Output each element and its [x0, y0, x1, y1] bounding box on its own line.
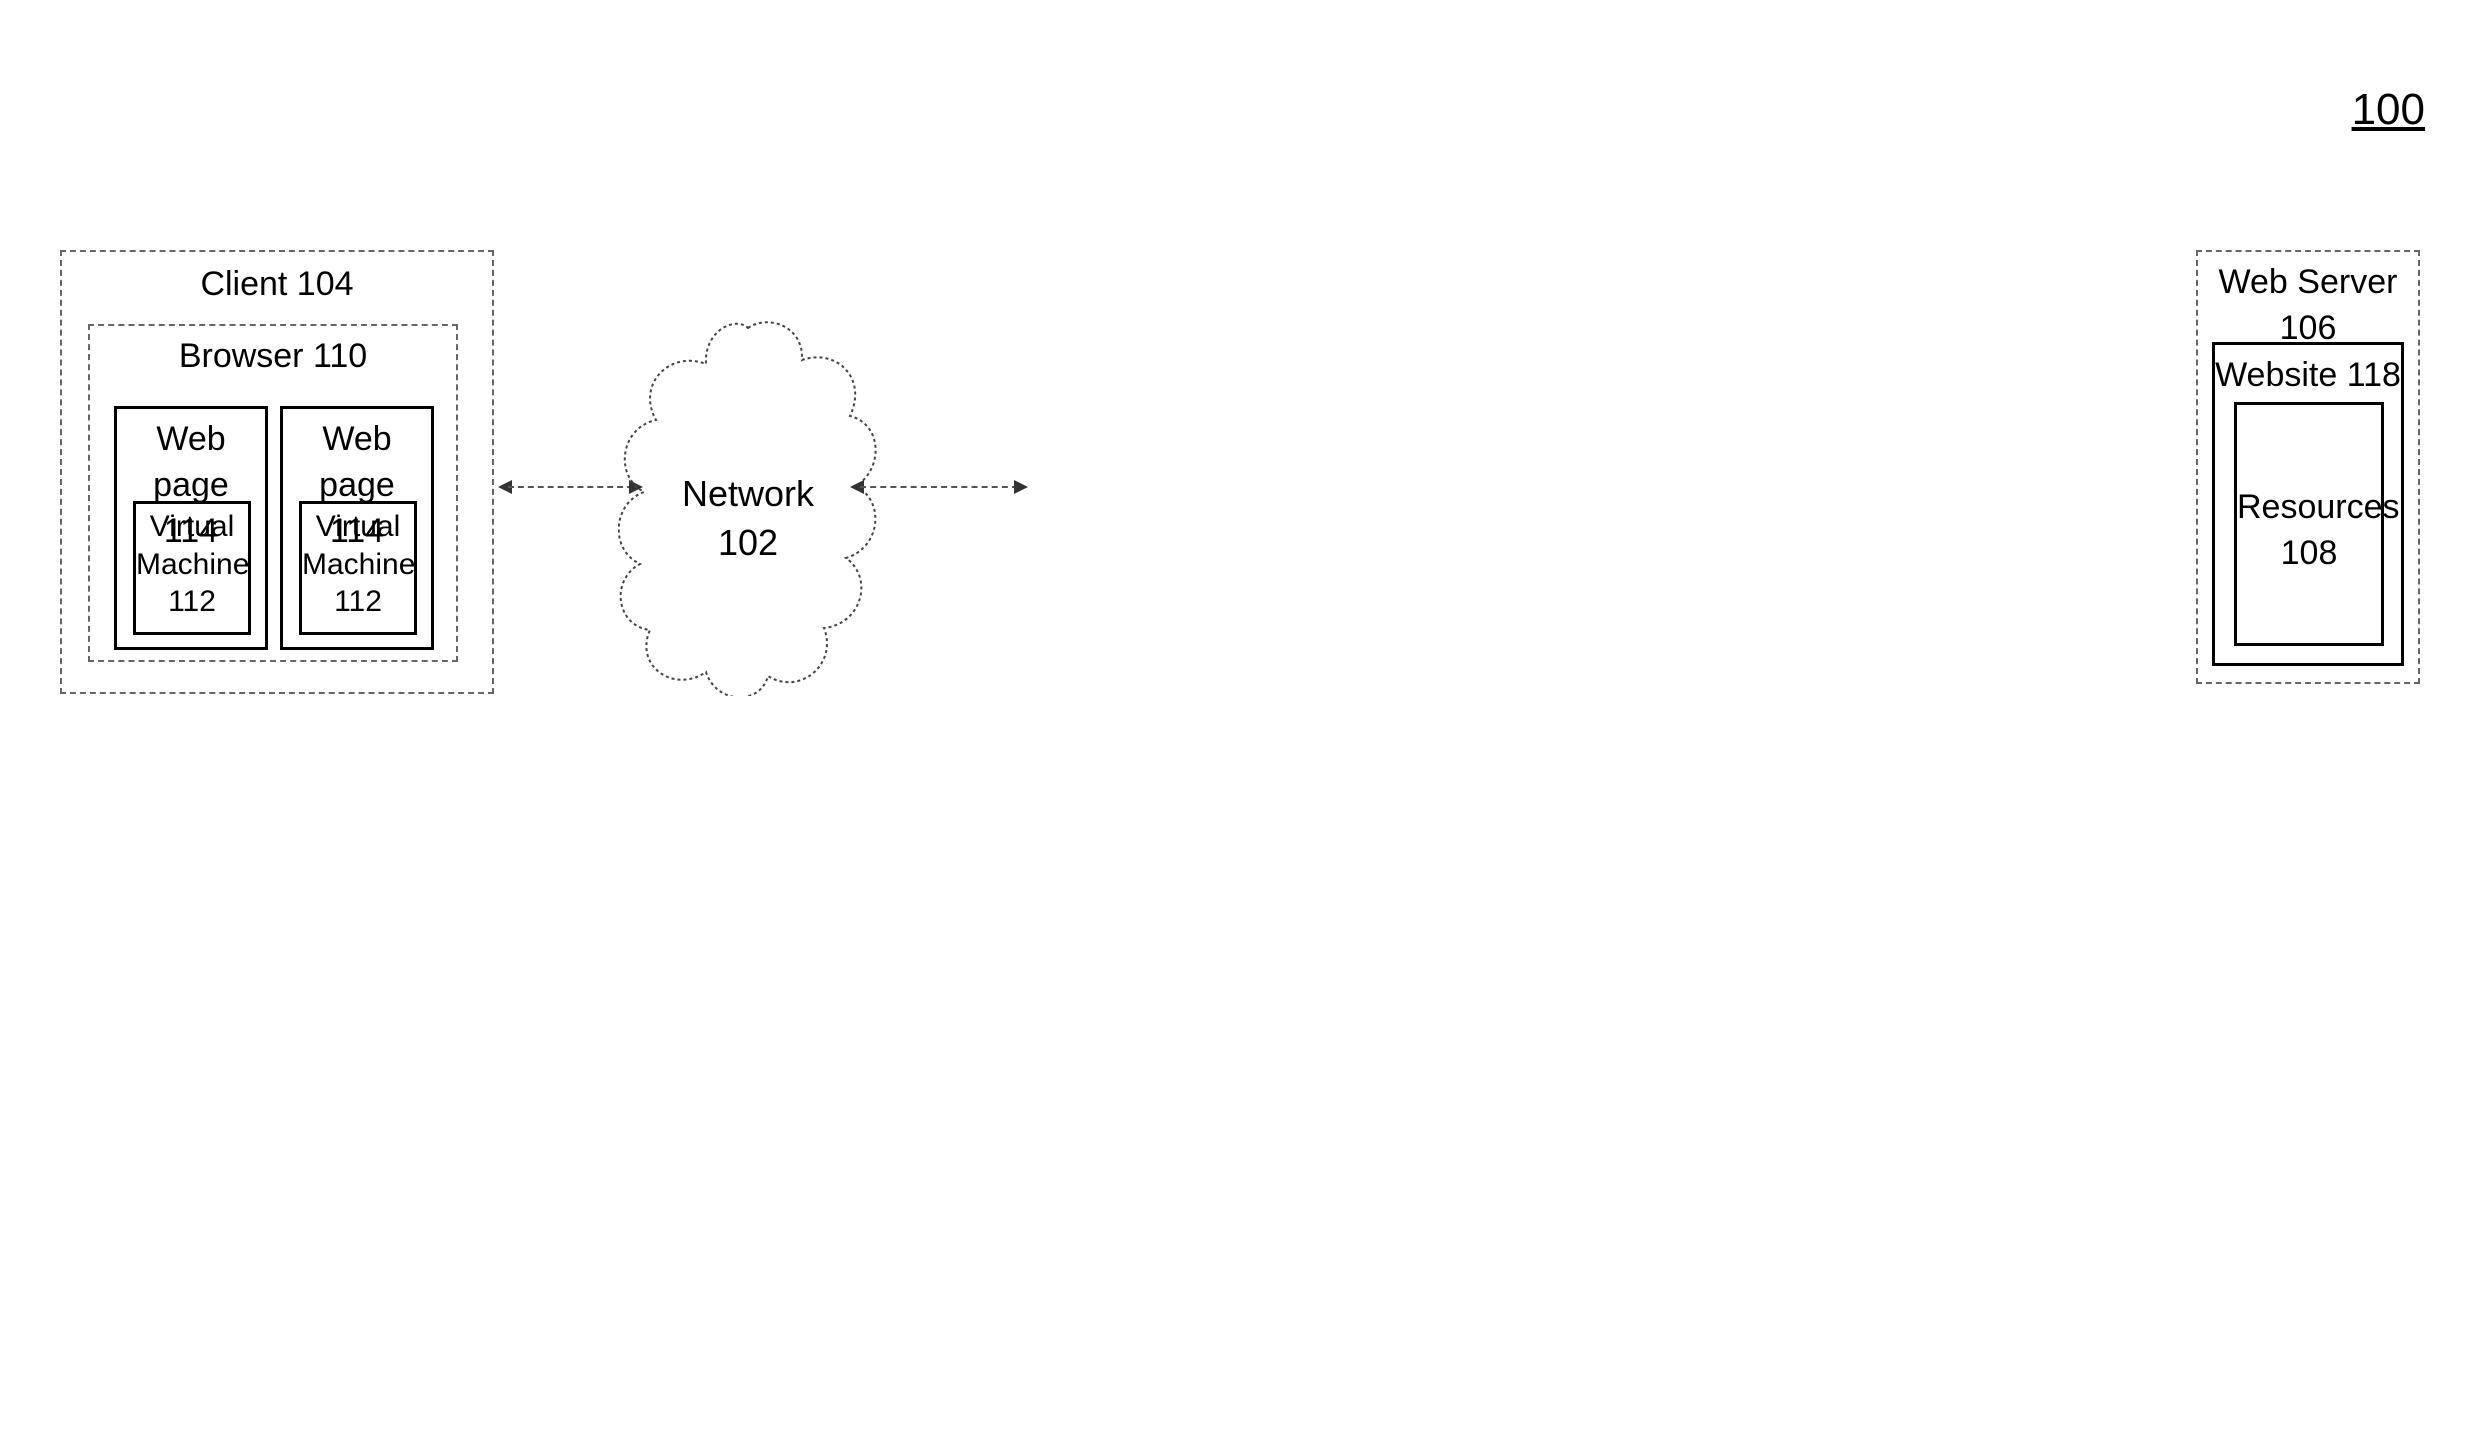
- arrow-network-server: [850, 480, 1028, 494]
- browser-label: Browser 110: [90, 326, 456, 380]
- vm-box-2: VirtualMachine112: [299, 501, 417, 635]
- vm-2-label: VirtualMachine112: [302, 504, 414, 621]
- arrowhead-right-icon: [1014, 480, 1028, 494]
- network-cloud: Network102: [618, 320, 878, 696]
- resources-label: Resources108: [2237, 405, 2381, 577]
- webpage-box-1: Web page114 VirtualMachine112: [114, 406, 268, 650]
- webpage-box-2: Web page114 VirtualMachine112: [280, 406, 434, 650]
- vm-box-1: VirtualMachine112: [133, 501, 251, 635]
- client-label: Client 104: [62, 252, 492, 308]
- arrow-line: [508, 486, 633, 488]
- vm-1-label: VirtualMachine112: [136, 504, 248, 621]
- website-label: Website 118: [2215, 345, 2401, 399]
- server-label: Web Server106: [2198, 252, 2418, 352]
- figure-number: 100: [2352, 85, 2425, 135]
- resources-box: Resources108: [2234, 402, 2384, 646]
- network-label: Network102: [618, 470, 878, 567]
- system-diagram: Client 104 Browser 110 Web page114 Virtu…: [60, 250, 2420, 700]
- arrow-line: [860, 486, 1018, 488]
